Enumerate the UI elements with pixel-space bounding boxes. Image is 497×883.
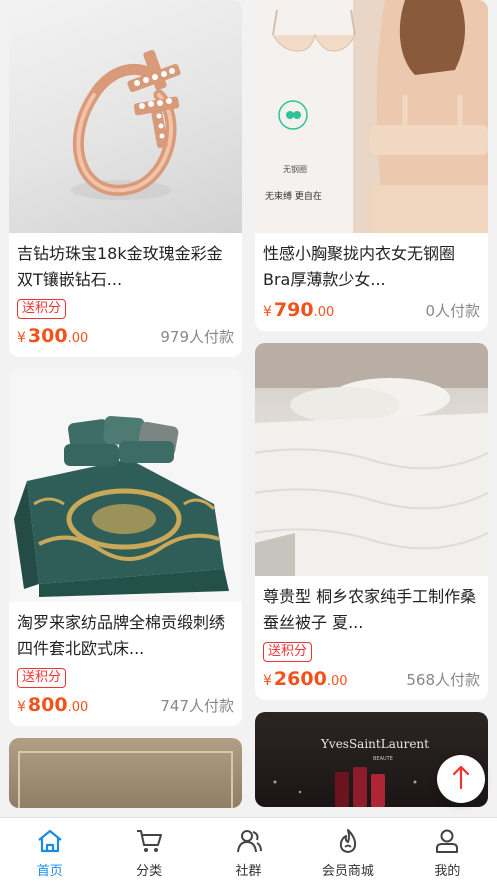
product-price: ¥800.00: [17, 694, 88, 716]
product-column-right: 无钢圈 无束缚 更自在 性感小胸聚拢内衣女无钢圈Bra厚薄款少女... ¥790…: [255, 0, 488, 819]
product-price: ¥300.00: [17, 325, 88, 347]
product-image-partial[interactable]: [9, 738, 242, 808]
product-card-partial[interactable]: [9, 738, 242, 808]
tab-community[interactable]: 社群: [199, 818, 298, 883]
points-badge: 送积分: [17, 668, 67, 688]
product-image-bedding[interactable]: [9, 369, 242, 602]
product-image-ring[interactable]: [9, 0, 242, 233]
price-decimal: .00: [67, 331, 89, 346]
product-card-bra[interactable]: 无钢圈 无束缚 更自在 性感小胸聚拢内衣女无钢圈Bra厚薄款少女... ¥790…: [255, 0, 488, 331]
product-price: ¥790.00: [263, 299, 334, 321]
arrow-up-icon: [451, 764, 471, 794]
price-integer: 300: [27, 325, 68, 347]
price-integer: 790: [273, 299, 314, 321]
product-price: ¥2600.00: [263, 668, 348, 690]
tab-label: 分类: [136, 864, 163, 879]
paid-count: 0人付款: [425, 302, 480, 320]
image-caption-1: 无钢圈: [283, 164, 307, 174]
paid-count: 747人付款: [160, 697, 234, 715]
currency-symbol: ¥: [17, 330, 26, 346]
points-badge: 送积分: [263, 642, 313, 662]
tab-mine[interactable]: 我的: [398, 818, 497, 883]
paid-count: 568人付款: [406, 671, 480, 689]
tab-home[interactable]: 首页: [0, 818, 99, 883]
users-icon: [234, 826, 264, 856]
image-caption-2: 无束缚 更自在: [265, 190, 322, 202]
points-badge: 送积分: [17, 299, 67, 319]
product-card-ring[interactable]: 吉钻坊珠宝18k金玫瑰金彩金双T镶嵌钻石... 送积分 ¥300.00 979人…: [9, 0, 242, 357]
price-integer: 2600: [273, 668, 327, 690]
ysl-logo-text: YvesSaintLaurent: [320, 737, 429, 751]
currency-symbol: ¥: [263, 304, 272, 320]
tab-label: 社群: [235, 864, 262, 879]
currency-symbol: ¥: [263, 673, 272, 689]
flame-icon: [333, 826, 363, 856]
product-title[interactable]: 淘罗来家纺品牌全棉贡缎刺绣四件套北欧式床...: [17, 610, 234, 662]
ysl-sub-text: BEAUTE: [373, 756, 393, 762]
tab-label: 会员商城: [321, 864, 374, 879]
cart-icon: [134, 826, 164, 856]
price-decimal: .00: [326, 674, 348, 689]
price-decimal: .00: [67, 700, 89, 715]
price-decimal: .00: [313, 305, 335, 320]
bottom-tab-bar: 首页 分类 社群 会员商城 我的: [0, 817, 497, 883]
tab-label: 首页: [36, 864, 63, 879]
product-title[interactable]: 尊贵型 桐乡农家纯手工制作桑蚕丝被子 夏...: [263, 584, 480, 636]
price-integer: 800: [27, 694, 68, 716]
person-icon: [432, 826, 462, 856]
back-to-top-button[interactable]: [437, 755, 485, 803]
tab-category[interactable]: 分类: [99, 818, 198, 883]
product-image-silk-quilt[interactable]: [255, 343, 488, 576]
product-image-bra[interactable]: 无钢圈 无束缚 更自在: [255, 0, 488, 233]
tab-member-mall[interactable]: 会员商城: [298, 818, 397, 883]
paid-count: 979人付款: [160, 328, 234, 346]
product-column-left: 吉钻坊珠宝18k金玫瑰金彩金双T镶嵌钻石... 送积分 ¥300.00 979人…: [9, 0, 242, 820]
currency-symbol: ¥: [17, 699, 26, 715]
product-feed-page: 吉钻坊珠宝18k金玫瑰金彩金双T镶嵌钻石... 送积分 ¥300.00 979人…: [0, 0, 497, 883]
product-card-bedding[interactable]: 淘罗来家纺品牌全棉贡缎刺绣四件套北欧式床... 送积分 ¥800.00 747人…: [9, 369, 242, 726]
home-icon: [35, 826, 65, 856]
product-title[interactable]: 吉钻坊珠宝18k金玫瑰金彩金双T镶嵌钻石...: [17, 241, 234, 293]
tab-label: 我的: [434, 864, 461, 879]
product-card-silk-quilt[interactable]: 尊贵型 桐乡农家纯手工制作桑蚕丝被子 夏... 送积分 ¥2600.00 568…: [255, 343, 488, 700]
product-title[interactable]: 性感小胸聚拢内衣女无钢圈Bra厚薄款少女...: [263, 241, 480, 293]
